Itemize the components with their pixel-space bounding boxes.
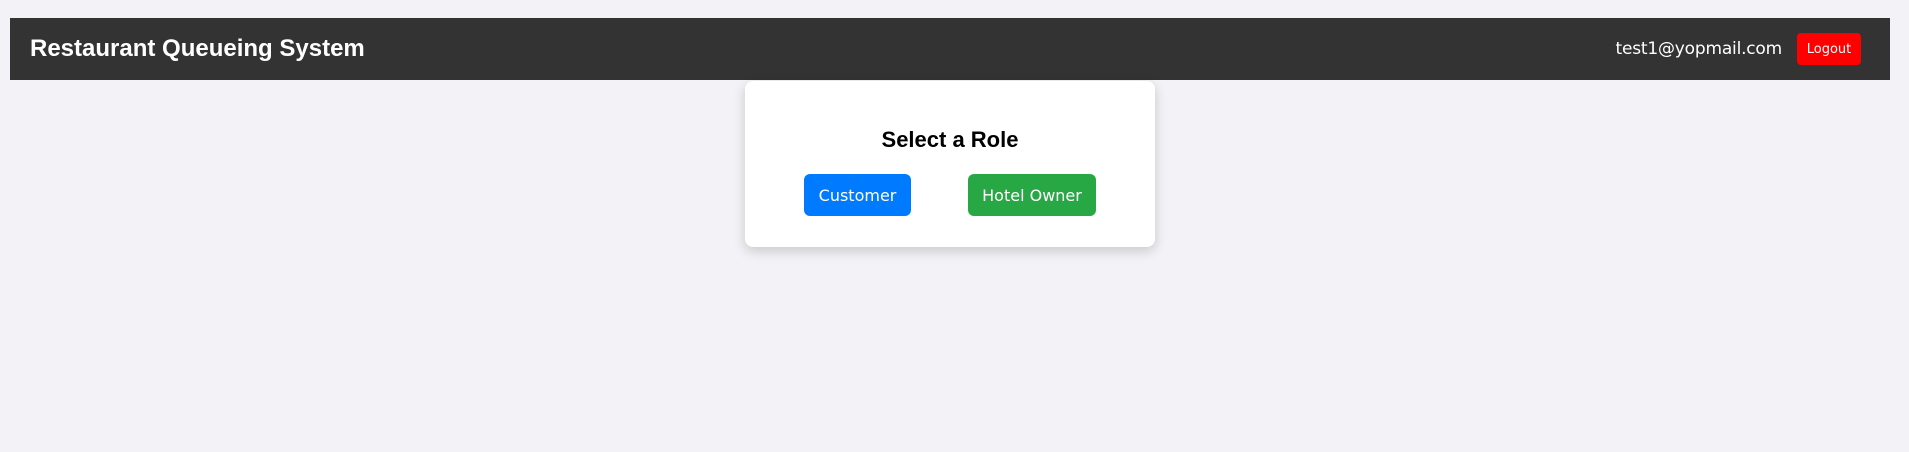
logout-button[interactable]: Logout [1797, 33, 1861, 65]
top-navbar: Restaurant Queueing System test1@yopmail… [10, 18, 1890, 80]
app-title: Restaurant Queueing System [30, 35, 365, 62]
customer-role-button[interactable]: Customer [804, 174, 911, 216]
card-title: Select a Role [881, 127, 1019, 152]
user-area: test1@yopmail.com Logout [1616, 33, 1861, 65]
user-email: test1@yopmail.com [1615, 39, 1783, 59]
hotel-owner-role-button[interactable]: Hotel Owner [968, 174, 1096, 216]
role-selection-card: Select a Role Customer Hotel Owner [745, 81, 1155, 247]
